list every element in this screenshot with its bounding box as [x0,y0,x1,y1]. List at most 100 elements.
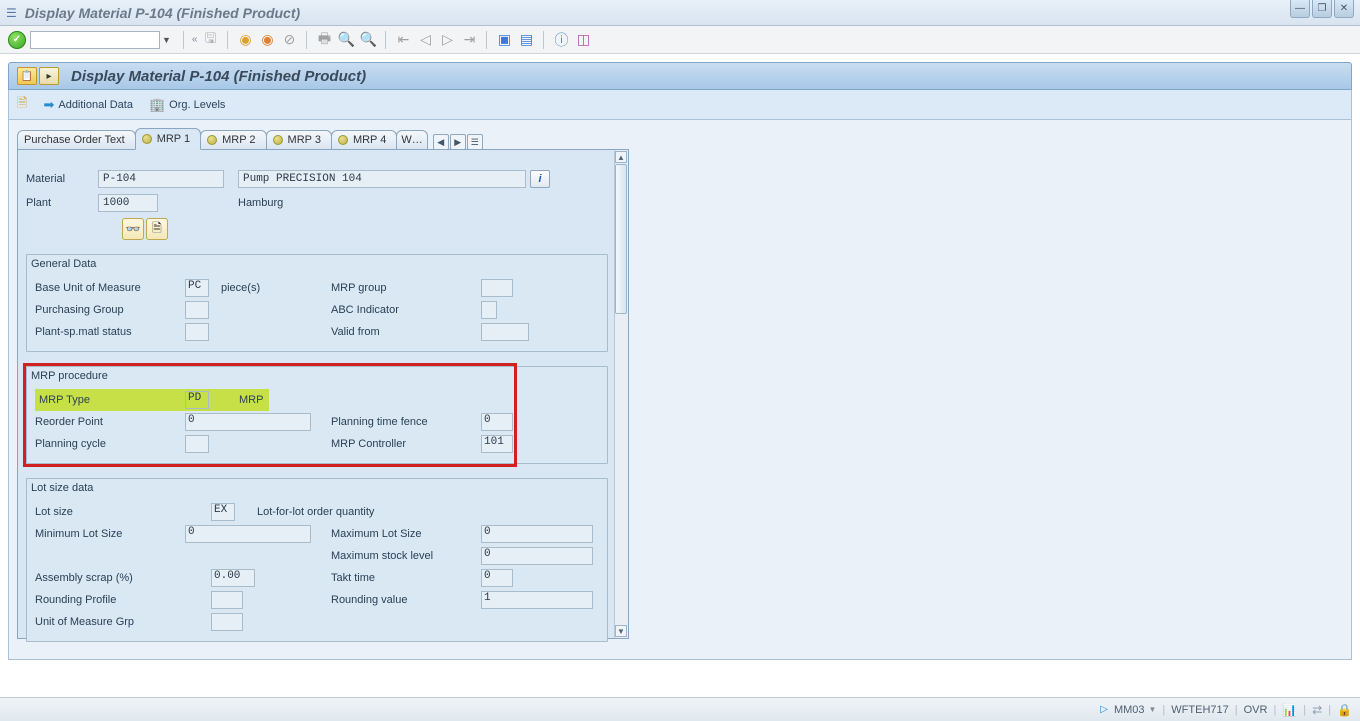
tab-indicator-icon [207,135,217,145]
tab-mrp4[interactable]: MRP 4 [331,130,397,150]
help-icon[interactable]: ⓘ [552,31,570,49]
tab-indicator-icon [142,134,152,144]
lot-size-field[interactable]: EX [211,503,235,521]
empty-row [35,545,331,567]
info-icon[interactable]: i [530,170,550,188]
max-lot-field[interactable]: 0 [481,525,593,543]
valid-from-field[interactable] [481,323,529,341]
material-field[interactable]: P-104 [98,170,224,188]
plant-status-row: Plant-sp.matl status [35,321,331,343]
views-icon[interactable]: 📋 [17,67,37,85]
tab-mrp3[interactable]: MRP 3 [266,130,332,150]
dropdown-icon[interactable]: ▼ [1149,705,1157,714]
plant-field[interactable]: 1000 [98,194,158,212]
plant-label: Plant [26,197,98,209]
round-val-field[interactable]: 1 [481,591,593,609]
tab-list-icon[interactable]: ☰ [467,134,483,150]
base-uom-desc: piece(s) [221,282,260,294]
standard-toolbar: ✓ ▼ « 🖫 ◉ ◉ ⊘ 🖶 🔍 🔍 ⇤ ◁ ▷ ⇥ ▣ ▤ ⓘ ◫ [0,26,1360,54]
tab-label: MRP 3 [288,134,321,146]
scroll-thumb[interactable] [615,164,627,314]
org-levels-button[interactable]: 🏢 Org. Levels [149,97,225,113]
round-val-label: Rounding value [331,594,481,606]
tab-mrp1[interactable]: MRP 1 [135,128,201,150]
tab-more[interactable]: W… [396,130,427,150]
abc-field[interactable] [481,301,497,319]
toolbar-separator [385,31,386,49]
shortcut-icon[interactable]: ▤ [517,31,535,49]
status-script-icon[interactable]: ⇄ [1312,703,1322,717]
additional-data-button[interactable]: ➡ Additional Data [43,97,133,113]
ptf-field[interactable]: 0 [481,413,513,431]
base-uom-field[interactable]: PC [185,279,209,297]
new-session-icon[interactable]: ▣ [495,31,513,49]
save-icon[interactable]: 🖫 [201,31,219,49]
enter-icon[interactable]: ✓ [8,31,26,49]
abc-label: ABC Indicator [331,304,481,316]
mrp-controller-row: MRP Controller 101 [331,433,599,455]
next-view-icon[interactable]: ▸ [39,67,59,85]
groupbox-lot-size: Lot size data Lot size EX Lot-for-lot or… [26,478,608,642]
reorder-field[interactable]: 0 [185,413,311,431]
round-prof-field[interactable] [211,591,243,609]
status-graph-icon[interactable]: 📊 [1282,703,1297,717]
prev-page-icon[interactable]: ◁ [416,31,434,49]
back-icon[interactable]: ◉ [236,31,254,49]
tab-purchase-order-text[interactable]: Purchase Order Text [17,130,136,150]
find-icon[interactable]: 🔍 [337,31,355,49]
first-page-icon[interactable]: ⇤ [394,31,412,49]
tab-nav: ◀ ▶ ☰ [433,134,483,150]
groupbox-general-data: General Data Base Unit of Measure PC pie… [26,254,608,352]
asm-scrap-field[interactable]: 0.00 [211,569,255,587]
tab-strip: Purchase Order Text MRP 1 MRP 2 MRP 3 MR… [17,128,1343,150]
minimize-button[interactable]: — [1290,0,1310,18]
max-stock-field[interactable]: 0 [481,547,593,565]
purch-group-field[interactable] [185,301,209,319]
history-back-icon[interactable]: « [192,34,198,45]
material-desc-field[interactable]: Pump PRECISION 104 [238,170,526,188]
menu-icon[interactable]: ☰ [6,6,17,20]
document-detail-icon[interactable]: 🗎 [146,218,168,240]
next-page-icon[interactable]: ▷ [438,31,456,49]
command-dropdown-icon[interactable]: ▼ [162,35,171,45]
takt-row: Takt time 0 [331,567,599,589]
scroll-down-icon[interactable]: ▼ [615,625,627,637]
layout-icon[interactable]: ◫ [574,31,592,49]
min-lot-field[interactable]: 0 [185,525,311,543]
base-uom-label: Base Unit of Measure [35,282,185,294]
scroll-up-icon[interactable]: ▲ [615,151,627,163]
min-lot-label: Minimum Lot Size [35,528,185,540]
print-icon[interactable]: 🖶 [315,31,333,49]
plan-cycle-field[interactable] [185,435,209,453]
document-button[interactable]: 🗎 [17,94,27,116]
org-levels-icon: 🏢 [149,97,165,113]
scrollbar[interactable]: ▲ ▼ [614,150,628,638]
panel-header: 📋 ▸ Display Material P-104 (Finished Pro… [8,62,1352,90]
display-change-icon[interactable]: 👓 [122,218,144,240]
find-next-icon[interactable]: 🔍 [359,31,377,49]
exit-icon[interactable]: ◉ [258,31,276,49]
plant-status-field[interactable] [185,323,209,341]
close-button[interactable]: ✕ [1334,0,1354,18]
command-field[interactable] [30,31,160,49]
mrp-type-field[interactable]: PD [185,391,209,409]
restore-button[interactable]: ❐ [1312,0,1332,18]
takt-field[interactable]: 0 [481,569,513,587]
groupbox-title: Lot size data [31,482,93,494]
uom-grp-field[interactable] [211,613,243,631]
tab-scroll-right-icon[interactable]: ▶ [450,134,466,150]
groupbox-title: MRP procedure [31,370,108,382]
content-area: Purchase Order Text MRP 1 MRP 2 MRP 3 MR… [8,120,1352,660]
tab-mrp2[interactable]: MRP 2 [200,130,266,150]
max-stock-row: Maximum stock level 0 [331,545,599,567]
tab-body: ▲ ▼ Material P-104 Pump PRECISION 104 i … [17,149,629,639]
mrp-group-field[interactable] [481,279,513,297]
cancel-icon[interactable]: ⊘ [280,31,298,49]
mrp-group-row: MRP group [331,277,599,299]
mrp-ctrl-field[interactable]: 101 [481,435,513,453]
status-indicator-icon[interactable]: ▷ [1100,704,1108,715]
status-connection-icon[interactable]: 🔒 [1337,703,1352,717]
last-page-icon[interactable]: ⇥ [460,31,478,49]
mrp-type-label: MRP Type [35,394,185,406]
tab-scroll-left-icon[interactable]: ◀ [433,134,449,150]
